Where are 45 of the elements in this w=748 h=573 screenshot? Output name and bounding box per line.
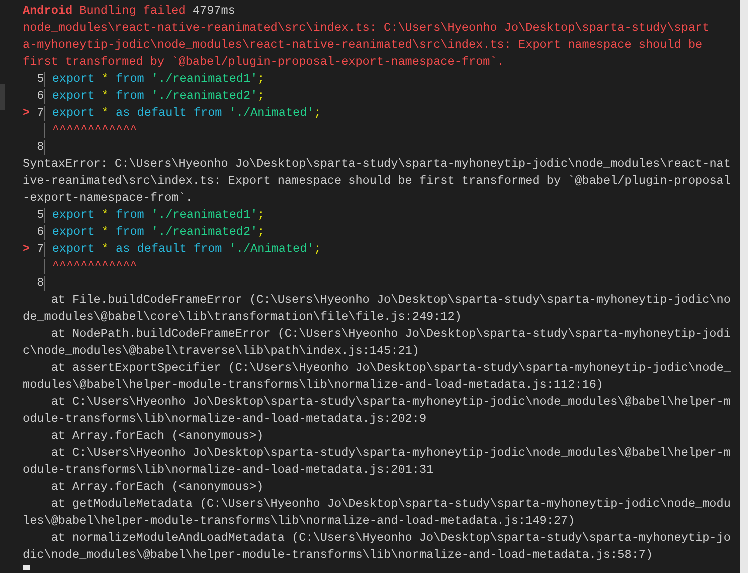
- code-line: export * as default from './Animated';: [52, 241, 322, 258]
- line-number: 7: [37, 241, 44, 258]
- stack-trace-line: at Array.forEach (<anonymous>): [51, 479, 264, 496]
- code-line: export * as default from './Animated';: [52, 105, 322, 122]
- line-number: 5: [37, 71, 44, 88]
- stack-trace-line: odule-transforms\lib\normalize-and-load-metadata.js:202:9: [23, 411, 427, 428]
- code-line: export * from './reanimated2';: [52, 88, 265, 105]
- stack-trace-line: modules\@babel\helper-module-transforms\lib\normalize-and-load-metadata.js:112:16): [23, 377, 604, 394]
- duration-text: 4797ms: [192, 3, 236, 20]
- stack-trace-line: les\@babel\helper-module-transforms\lib\normalize-and-load-metadata.js:149:27): [23, 513, 576, 530]
- stack-trace-line: at getModuleMetadata (C:\Users\Hyeonho Jo\Desktop\sparta-study\sparta-myhoneytip-jodic\node_modu: [51, 496, 731, 513]
- code-line: export * from './reanimated1';: [52, 71, 265, 88]
- line-number: 6: [37, 88, 44, 105]
- status-text: Bundling failed: [80, 3, 186, 20]
- syntax-error-line: -export-namespace-from`.: [23, 190, 193, 207]
- error-marker: >: [23, 241, 30, 258]
- line-number: 7: [37, 105, 44, 122]
- platform-label: Android: [23, 3, 73, 20]
- syntax-error-line: SyntaxError: C:\Users\Hyeonho Jo\Desktop\sparta-study\sparta-myhoneytip-jodic\node_modules\react-nat: [23, 156, 731, 173]
- stack-trace-line: at C:\Users\Hyeonho Jo\Desktop\sparta-study\sparta-myhoneytip-jodic\node_modules\@babel\helper-m: [51, 394, 731, 411]
- error-underline: ^^^^^^^^^^^^: [52, 122, 138, 139]
- stack-trace-line: at normalizeModuleAndLoadMetadata (C:\Users\Hyeonho Jo\Desktop\sparta-study\sparta-myhoneytip-jo: [51, 530, 731, 547]
- error-message-line: node_modules\react-native-reanimated\src\index.ts: C:\Users\Hyeonho Jo\Desktop\sparta-study\spart: [23, 20, 710, 37]
- code-line: export * from './reanimated2';: [52, 224, 265, 241]
- error-message-line: a-myhoneytip-jodic\node_modules\react-native-reanimated\src\index.ts: Export namespace should be: [23, 37, 703, 54]
- code-line: export * from './reanimated1';: [52, 207, 265, 224]
- error-message-line: first transformed by `@babel/plugin-proposal-export-namespace-from`.: [23, 54, 504, 71]
- line-number: 5: [37, 207, 44, 224]
- stack-trace-line: dic\node_modules\@babel\helper-module-transforms\lib\normalize-and-load-metadata.js:58:7): [23, 547, 654, 564]
- line-number: 6: [37, 224, 44, 241]
- stack-trace-line: odule-transforms\lib\normalize-and-load-metadata.js:201:31: [23, 462, 434, 479]
- error-underline: ^^^^^^^^^^^^: [52, 258, 138, 275]
- stack-trace-line: at NodePath.buildCodeFrameError (C:\Users\Hyeonho Jo\Desktop\sparta-study\sparta-myhoneytip-jodi: [51, 326, 731, 343]
- stack-trace-line: at Array.forEach (<anonymous>): [51, 428, 264, 445]
- stack-trace-line: at assertExportSpecifier (C:\Users\Hyeonho Jo\Desktop\sparta-study\sparta-myhoneytip-jodic\node_: [51, 360, 731, 377]
- stack-trace-line: at File.buildCodeFrameError (C:\Users\Hyeonho Jo\Desktop\sparta-study\sparta-myhoneytip-jodic\no: [51, 292, 731, 309]
- syntax-error-line: ive-reanimated\src\index.ts: Export namespace should be first transformed by `@babel/plugin-proposal: [23, 173, 731, 190]
- stack-trace-line: at C:\Users\Hyeonho Jo\Desktop\sparta-study\sparta-myhoneytip-jodic\node_modules\@babel\helper-m: [51, 445, 731, 462]
- error-marker: >: [23, 105, 30, 122]
- line-number: 8: [37, 139, 44, 156]
- line-number: 8: [37, 275, 44, 292]
- stack-trace-line: de_modules\@babel\core\lib\transformation\file\file.js:249:12): [23, 309, 462, 326]
- cursor: [23, 565, 30, 570]
- stack-trace-line: c\node_modules\@babel\traverse\lib\path\index.js:145:21): [23, 343, 420, 360]
- scroll-indicator: [0, 84, 5, 110]
